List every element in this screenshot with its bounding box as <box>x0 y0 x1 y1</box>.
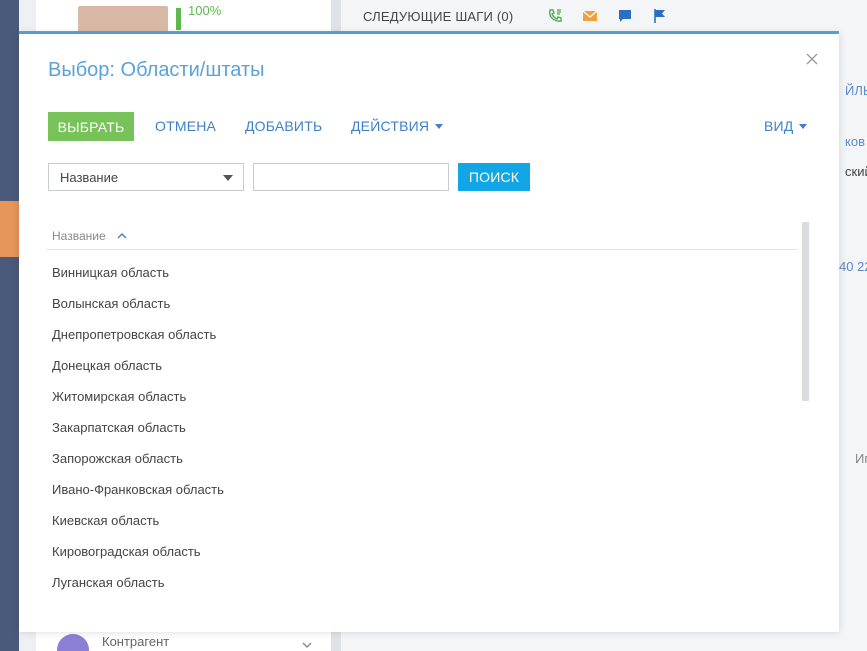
caret-down-icon <box>799 123 808 129</box>
dialog-title: Выбор: Области/штаты <box>48 59 265 81</box>
bottom-label: Контрагент <box>102 634 170 649</box>
sort-ascending-icon <box>117 233 127 239</box>
row-name: Днепропетровская область <box>52 327 217 342</box>
results-grid: Название Винницкая область Волынская обл… <box>46 222 798 591</box>
progress-bar <box>176 8 181 30</box>
chat-icon[interactable] <box>617 8 633 24</box>
table-row[interactable]: Донецкая область <box>46 343 798 374</box>
search-input[interactable] <box>253 163 449 191</box>
select-button[interactable]: ВЫБРАТЬ <box>48 112 134 141</box>
row-name: Луганская область <box>52 575 165 590</box>
dialog-toolbar: ВЫБРАТЬ ОТМЕНА ДОБАВИТЬ ДЕЙСТВИЯ ВИД <box>48 112 810 142</box>
row-name: Закарпатская область <box>52 420 186 435</box>
table-row[interactable]: Кировоградская область <box>46 529 798 560</box>
row-name: Донецкая область <box>52 358 163 373</box>
actions-menu-button[interactable]: ДЕЙСТВИЯ <box>351 118 444 134</box>
table-row[interactable]: Житомирская область <box>46 374 798 405</box>
row-name: Волынская область <box>52 296 171 311</box>
avatar <box>78 6 168 34</box>
column-header-label: Название <box>52 229 106 243</box>
table-row[interactable]: Днепропетровская область <box>46 312 798 343</box>
grid-scrollbar[interactable] <box>802 222 809 401</box>
grid-rows: Винницкая область Волынская область Днеп… <box>46 250 798 591</box>
table-row[interactable]: Запорожская область <box>46 436 798 467</box>
bg-fragment: 40 22 <box>839 259 867 274</box>
filter-field-value: Название <box>60 170 119 185</box>
action-icons <box>547 8 668 24</box>
bg-fragment: Иг <box>855 451 867 466</box>
caret-down-icon <box>435 123 444 129</box>
bg-fragment: ЙЛЫ <box>845 83 867 98</box>
search-button[interactable]: ПОИСК <box>458 163 530 191</box>
bg-fragment: ский <box>845 164 867 179</box>
table-row[interactable]: Луганская область <box>46 560 798 591</box>
phone-icon[interactable] <box>547 8 563 24</box>
row-name: Житомирская область <box>52 389 187 404</box>
cancel-button[interactable]: ОТМЕНА <box>155 118 216 134</box>
flag-icon[interactable] <box>652 8 668 24</box>
lookup-dialog: Выбор: Области/штаты ВЫБРАТЬ ОТМЕНА ДОБА… <box>19 34 839 632</box>
next-steps-label: СЛЕДУЮЩИЕ ШАГИ (0) <box>363 9 514 24</box>
left-nav-rail <box>0 0 19 651</box>
close-icon[interactable] <box>805 52 819 66</box>
table-row[interactable]: Ивано-Франковская область <box>46 467 798 498</box>
row-name: Запорожская область <box>52 451 183 466</box>
view-menu-label: ВИД <box>764 118 794 134</box>
email-icon[interactable] <box>582 8 598 24</box>
left-nav-accent <box>0 201 19 257</box>
filter-field-select[interactable]: Название <box>48 163 244 191</box>
table-row[interactable]: Закарпатская область <box>46 405 798 436</box>
table-row[interactable]: Волынская область <box>46 281 798 312</box>
row-name: Кировоградская область <box>52 544 201 559</box>
column-header-name[interactable]: Название <box>46 222 798 250</box>
add-button[interactable]: ДОБАВИТЬ <box>245 118 322 134</box>
progress-percent: 100% <box>188 3 222 18</box>
chevron-down-icon[interactable] <box>302 640 312 650</box>
row-name: Винницкая область <box>52 265 169 280</box>
bg-fragment: ков Д <box>845 134 867 149</box>
view-menu-button[interactable]: ВИД <box>764 118 808 134</box>
actions-menu-label: ДЕЙСТВИЯ <box>351 118 430 134</box>
table-row[interactable]: Киевская область <box>46 498 798 529</box>
chevron-down-icon <box>223 175 233 181</box>
table-row[interactable]: Винницкая область <box>46 250 798 281</box>
row-name: Ивано-Франковская область <box>52 482 224 497</box>
row-name: Киевская область <box>52 513 160 528</box>
